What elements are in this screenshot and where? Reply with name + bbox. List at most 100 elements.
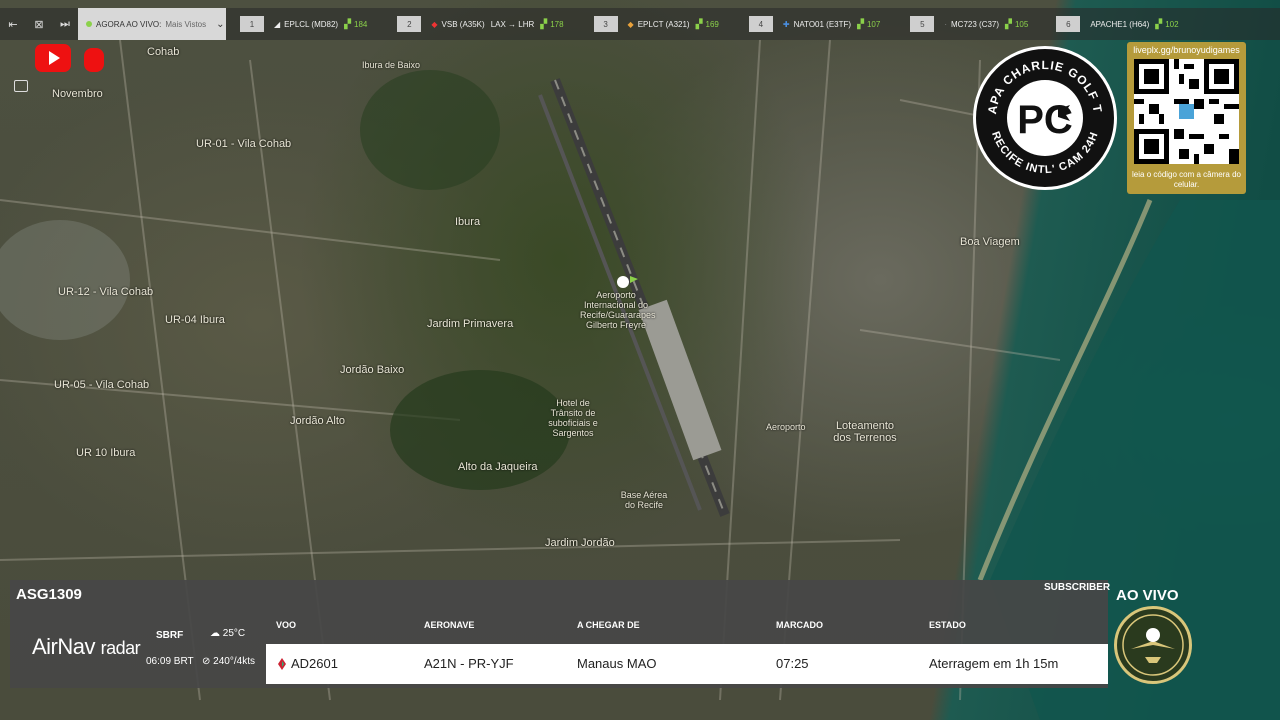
collapse-icon[interactable]: ⇤ [0, 8, 26, 40]
map-label: Ibura [455, 216, 481, 228]
map-label: Base Aérea do Recife [620, 490, 668, 510]
live-label: AO VIVO [1116, 587, 1179, 604]
map-label: UR-01 - Vila Cohab [196, 138, 292, 150]
map-label: Loteamento dos Terrenos [833, 420, 897, 444]
airline-icon: ◢ [274, 19, 281, 29]
flight-slot[interactable]: 1 ◢ EPLCL (MD82) ▞ 184 [240, 8, 367, 40]
signal-icon: ▞ [857, 18, 864, 29]
slot-code: MC723 (C37) [951, 19, 1000, 29]
brand-name: AirNav [32, 634, 96, 659]
play-icon [49, 51, 60, 65]
slot-number: 3 [593, 16, 618, 32]
skip-icon[interactable]: ⏭ [52, 8, 78, 40]
flight-slot[interactable]: 5 · MC723 (C37) ▞ 105 [910, 8, 1028, 40]
wind: ⊘ 240°/4kts [202, 656, 255, 667]
slot-signal: 169 [705, 19, 719, 29]
cloud-icon: ☁ [210, 628, 220, 639]
brand-sub: radar [100, 638, 141, 658]
pilot-icon [1146, 628, 1160, 642]
now-live-value: Mais Vistos [165, 19, 207, 29]
slot-route: LAX → LHR [490, 19, 535, 29]
qr-code-icon [1134, 59, 1239, 164]
qr-url: liveplx.gg/brunoyudigames [1133, 45, 1240, 55]
qr-panel[interactable]: liveplx.gg/brunoyudigames leia o código … [1127, 42, 1246, 194]
airline-icon: ✚ [782, 19, 790, 29]
flight-slot[interactable]: 2 ◆ VSB (A35K) LAX → LHR ▞ 178 [397, 8, 564, 40]
slot-number: 6 [1056, 16, 1081, 32]
slot-code: EPLCL (MD82) [284, 19, 339, 29]
signal-icon: ▞ [1005, 18, 1012, 29]
expand-icon[interactable]: ⊠ [26, 8, 52, 40]
map-label: Boa Viagem [960, 236, 1020, 248]
map-label: UR 10 Ibura [76, 447, 136, 459]
flight-info-panel: ASG1309 SUBSCRIBER AirNav radar SBRF ☁ 2… [10, 580, 1111, 688]
map-label: Jardim Jordão [545, 537, 615, 549]
map-label: Alto da Jaqueira [458, 461, 538, 473]
temperature-value: 25°C [222, 628, 246, 639]
airline-icon: ◆ [431, 19, 438, 29]
airline-icon: ◆ [627, 19, 634, 29]
header-from: A CHEGAR DE [577, 620, 640, 630]
now-live-label: AGORA AO VIVO: [96, 19, 162, 29]
airport-icao: SBRF [156, 630, 184, 641]
notification-icon [84, 48, 104, 72]
top-bar: ⇤ ⊠ ⏭ AGORA AO VIVO: Mais Vistos ⌄ 1 ◢ E… [0, 8, 1280, 40]
local-time: 06:09 BRT [146, 656, 194, 667]
slot-code: VSB (A35K) [441, 19, 485, 29]
map-label: Hotel de Trânsito de suboficiais e Sarge… [548, 398, 598, 438]
map-label: Aeroporto [766, 422, 806, 432]
flight-slot[interactable]: 6 APACHE1 (H64) ▞ 102 [1056, 8, 1179, 40]
wind-icon: ⊘ [202, 656, 211, 667]
slot-signal: 178 [550, 19, 564, 29]
signal-icon: ▞ [540, 18, 548, 29]
slot-number: 5 [910, 16, 935, 32]
callsign: ASG1309 [16, 586, 82, 603]
slot-code: APACHE1 (H64) [1090, 19, 1150, 29]
airport-marker-icon [617, 276, 629, 288]
slot-number: 2 [397, 16, 422, 32]
qr-caption: leia o código com a câmera do celular. [1132, 170, 1241, 189]
slot-signal: 102 [1165, 19, 1179, 29]
map-label: Ibura de Baixo [362, 60, 421, 70]
slot-signal: 107 [866, 19, 881, 29]
flight-status: Aterragem em 1h 15m [929, 656, 1059, 671]
airline-logo-icon [278, 658, 286, 670]
signal-icon: ▞ [344, 18, 352, 29]
header-scheduled: MARCADO [776, 620, 823, 630]
slot-code: EPLCT (A321) [637, 19, 690, 29]
subscriber-label: SUBSCRIBER [1044, 582, 1111, 593]
map-label: Novembro [52, 88, 103, 100]
panel-icon[interactable] [14, 80, 28, 92]
youtube-icon[interactable] [35, 44, 71, 72]
map-label: Jardim Primavera [427, 318, 514, 330]
flight-slot[interactable]: 3 ◆ EPLCT (A321) ▞ 169 [593, 8, 719, 40]
temperature: ☁ 25°C [210, 628, 245, 639]
scheduled-time: 07:25 [776, 656, 809, 671]
aircraft-type: A21N - PR-YJF [424, 656, 514, 671]
chevron-down-icon: ⌄ [216, 18, 225, 30]
slot-signal: 105 [1014, 19, 1029, 29]
map-label: UR-05 - Vila Cohab [54, 379, 150, 391]
slot-number: 1 [240, 16, 264, 32]
airline-icon: · [944, 19, 948, 29]
flight-slot[interactable]: 4 ✚ NATO01 (E3TF) ▞ 107 [748, 8, 881, 40]
slot-number: 4 [748, 16, 773, 32]
slot-signal: 184 [354, 19, 368, 29]
slot-code: NATO01 (E3TF) [793, 19, 852, 29]
channel-badge [1114, 606, 1192, 684]
header-flight: VOO [276, 620, 297, 630]
signal-icon: ▞ [695, 18, 703, 29]
flight-row[interactable]: AD2601 A21N - PR-YJF Manaus MAO 07:25 At… [266, 644, 1108, 684]
logo-mark: PC [1017, 98, 1073, 142]
weather-block: SBRF ☁ 25°C 06:09 BRT ⊘ 240°/4kts [140, 624, 266, 668]
flight-number: AD2601 [291, 656, 338, 671]
map-label: UR-04 Ibura [165, 314, 225, 326]
channel-logo: PAPA CHARLIE GOLF TV RECIFE INTL' CAM 24… [973, 46, 1117, 190]
header-status: ESTADO [929, 620, 966, 630]
map-label: UR-12 - Vila Cohab [58, 286, 154, 298]
map-label: Jordão Baixo [340, 364, 405, 376]
now-live-selector[interactable]: AGORA AO VIVO: Mais Vistos ⌄ [78, 8, 226, 40]
wind-value: 240°/4kts [213, 656, 255, 667]
live-dot-icon [86, 21, 92, 27]
origin: Manaus MAO [577, 656, 657, 671]
